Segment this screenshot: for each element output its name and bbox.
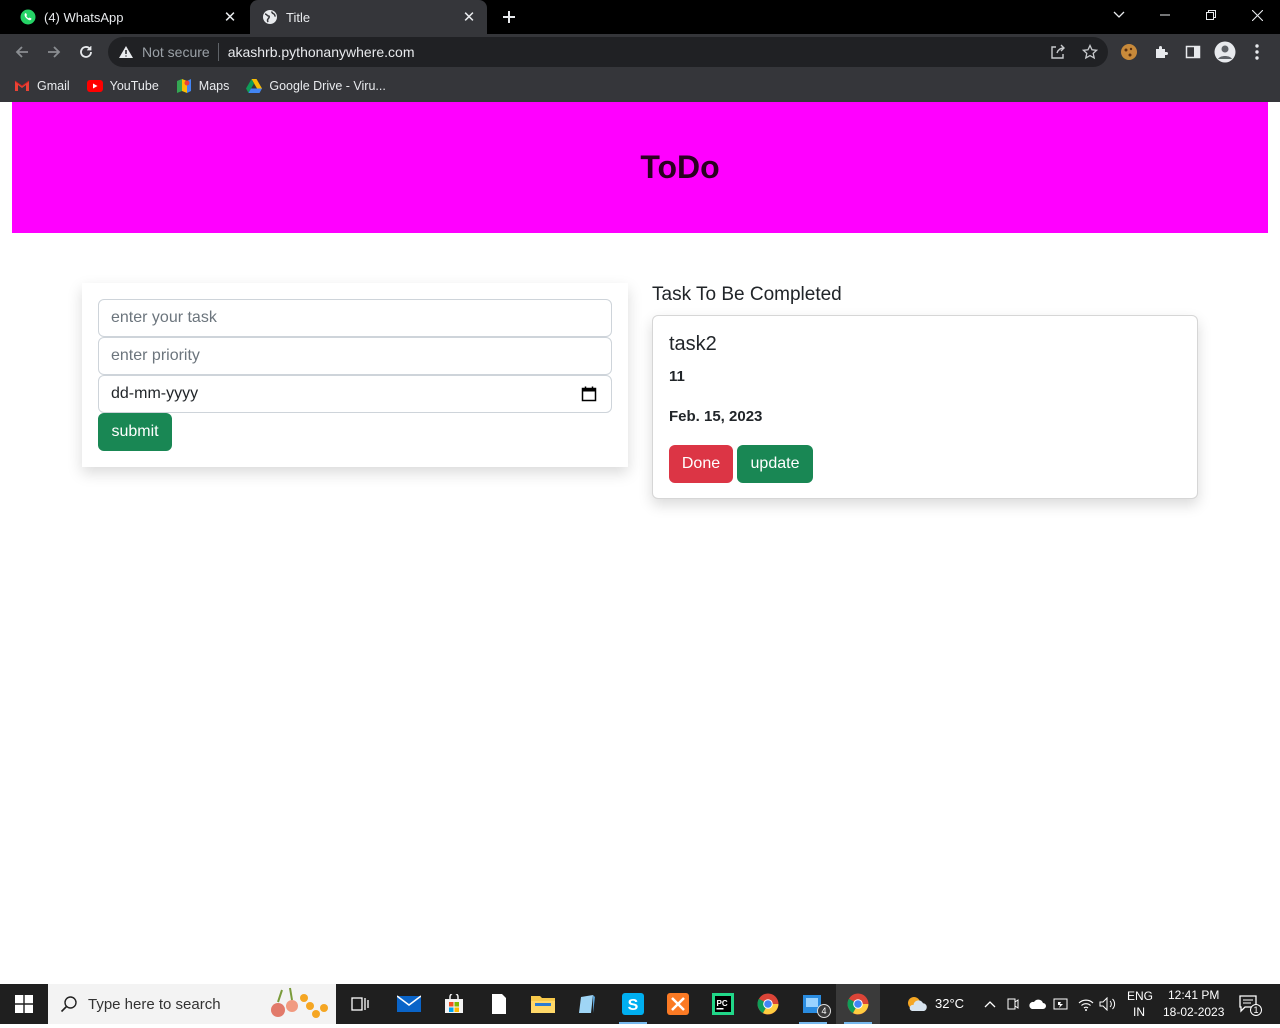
search-icon: [60, 996, 77, 1013]
bookmark-maps[interactable]: Maps: [176, 78, 230, 94]
page-header: ToDo: [12, 102, 1268, 233]
search-highlight-flowers-icon: [258, 984, 336, 1024]
tab-search-icon[interactable]: [1096, 0, 1142, 30]
security-label[interactable]: Not secure: [142, 44, 210, 60]
taskbar-search[interactable]: Type here to search: [48, 984, 336, 1024]
extension-cookie-icon[interactable]: [1116, 39, 1142, 65]
vscode-icon[interactable]: 4: [791, 984, 835, 1024]
calendar-icon[interactable]: [581, 386, 597, 402]
google-drive-icon: [246, 78, 263, 94]
windows-taskbar: Type here to search S PC 4 32°C ENG IN 1…: [0, 984, 1280, 1024]
priority-input[interactable]: enter priority: [98, 337, 612, 375]
tab-title: Title: [286, 9, 311, 25]
skype-icon[interactable]: S: [611, 984, 655, 1024]
priority-input-placeholder: enter priority: [111, 347, 200, 364]
task-name: task2: [669, 333, 717, 355]
whatsapp-icon: [20, 9, 36, 25]
reload-icon[interactable]: [72, 38, 100, 66]
task-view-icon[interactable]: [338, 984, 382, 1024]
bookmark-label: Maps: [198, 79, 230, 93]
bookmark-gmail[interactable]: Gmail: [14, 78, 70, 94]
bookmark-label: Google Drive - Viru...: [269, 79, 386, 93]
app-badge: 4: [817, 1004, 831, 1018]
url-text[interactable]: akashrb.pythonanywhere.com: [228, 44, 415, 60]
windows-start-icon[interactable]: [0, 984, 48, 1024]
task-card: task2 11 Feb. 15, 2023 Done update: [652, 315, 1198, 499]
date-input-placeholder: dd-mm-yyyy: [111, 385, 199, 402]
date-input[interactable]: dd-mm-yyyy: [98, 375, 612, 413]
wifi-icon[interactable]: [1077, 995, 1095, 1013]
page-content: ToDo enter your task enter priority dd-m…: [0, 102, 1280, 984]
update-button[interactable]: update: [737, 445, 813, 483]
done-button[interactable]: Done: [669, 445, 733, 483]
add-task-form: enter your task enter priority dd-mm-yyy…: [82, 283, 628, 467]
close-window-icon[interactable]: [1234, 0, 1280, 30]
file-explorer-icon[interactable]: [521, 984, 565, 1024]
chrome-active-icon[interactable]: [836, 984, 880, 1024]
tab-title: (4) WhatsApp: [44, 9, 124, 25]
bookmarks-bar: Gmail YouTube Maps Google Drive - Viru..…: [0, 70, 1280, 102]
maps-icon: [176, 78, 192, 94]
svg-text:S: S: [628, 997, 639, 1014]
task-priority: 11: [669, 368, 685, 385]
browser-tab-strip: (4) WhatsApp ✕ Title ✕: [0, 0, 1280, 34]
notepad-icon[interactable]: [566, 984, 610, 1024]
profile-avatar-icon[interactable]: [1212, 39, 1238, 65]
meet-icon[interactable]: [1004, 995, 1022, 1013]
file-icon[interactable]: [477, 984, 521, 1024]
tab-title-active[interactable]: Title ✕: [250, 0, 487, 34]
close-icon[interactable]: ✕: [220, 7, 240, 27]
xampp-icon[interactable]: [656, 984, 700, 1024]
new-tab-button[interactable]: [497, 5, 521, 29]
clock-time[interactable]: 12:41 PM: [1168, 988, 1219, 1002]
notification-count: 1: [1250, 1004, 1262, 1016]
submit-button[interactable]: submit: [98, 413, 172, 451]
bookmark-label: Gmail: [37, 79, 70, 93]
chrome-icon[interactable]: [746, 984, 790, 1024]
forward-arrow-icon[interactable]: [40, 38, 68, 66]
side-panel-icon[interactable]: [1180, 39, 1206, 65]
back-arrow-icon[interactable]: [8, 38, 36, 66]
tasks-section-title: Task To Be Completed: [652, 284, 842, 305]
warning-icon[interactable]: [118, 45, 136, 59]
search-placeholder: Type here to search: [88, 995, 221, 1013]
weather-icon[interactable]: [904, 995, 928, 1013]
restore-icon[interactable]: [1188, 0, 1234, 30]
gmail-icon: [14, 78, 30, 94]
page-title: ToDo: [640, 149, 720, 185]
share-icon[interactable]: [1048, 42, 1068, 62]
browser-toolbar: Not secure akashrb.pythonanywhere.com: [0, 34, 1280, 70]
extensions-puzzle-icon[interactable]: [1148, 39, 1174, 65]
chevron-up-icon[interactable]: [981, 995, 999, 1013]
bookmark-youtube[interactable]: YouTube: [86, 78, 159, 94]
task-date: Feb. 15, 2023: [669, 408, 763, 425]
menu-dots-icon[interactable]: [1244, 39, 1270, 65]
microsoft-store-icon[interactable]: [432, 984, 476, 1024]
close-icon[interactable]: ✕: [459, 7, 479, 27]
region-indicator[interactable]: IN: [1133, 1005, 1145, 1019]
youtube-icon: [86, 78, 103, 94]
onedrive-cloud-icon[interactable]: [1028, 995, 1046, 1013]
pycharm-icon[interactable]: PC: [701, 984, 745, 1024]
language-indicator[interactable]: ENG: [1127, 989, 1153, 1003]
svg-text:PC: PC: [717, 999, 728, 1008]
divider: [217, 43, 219, 61]
task-input[interactable]: enter your task: [98, 299, 612, 337]
volume-icon[interactable]: [1099, 995, 1117, 1013]
weather-temperature[interactable]: 32°C: [935, 996, 964, 1011]
mail-icon[interactable]: [387, 984, 431, 1024]
bookmark-label: YouTube: [109, 79, 159, 93]
tab-whatsapp[interactable]: (4) WhatsApp ✕: [8, 0, 248, 34]
address-bar[interactable]: Not secure akashrb.pythonanywhere.com: [108, 37, 1108, 67]
task-input-placeholder: enter your task: [111, 309, 217, 326]
minimize-icon[interactable]: [1142, 0, 1188, 30]
globe-icon: [262, 9, 278, 25]
clock-date[interactable]: 18-02-2023: [1163, 1005, 1224, 1019]
bookmark-google-drive[interactable]: Google Drive - Viru...: [246, 78, 386, 94]
star-icon[interactable]: [1080, 42, 1100, 62]
battery-plug-icon[interactable]: [1052, 995, 1070, 1013]
